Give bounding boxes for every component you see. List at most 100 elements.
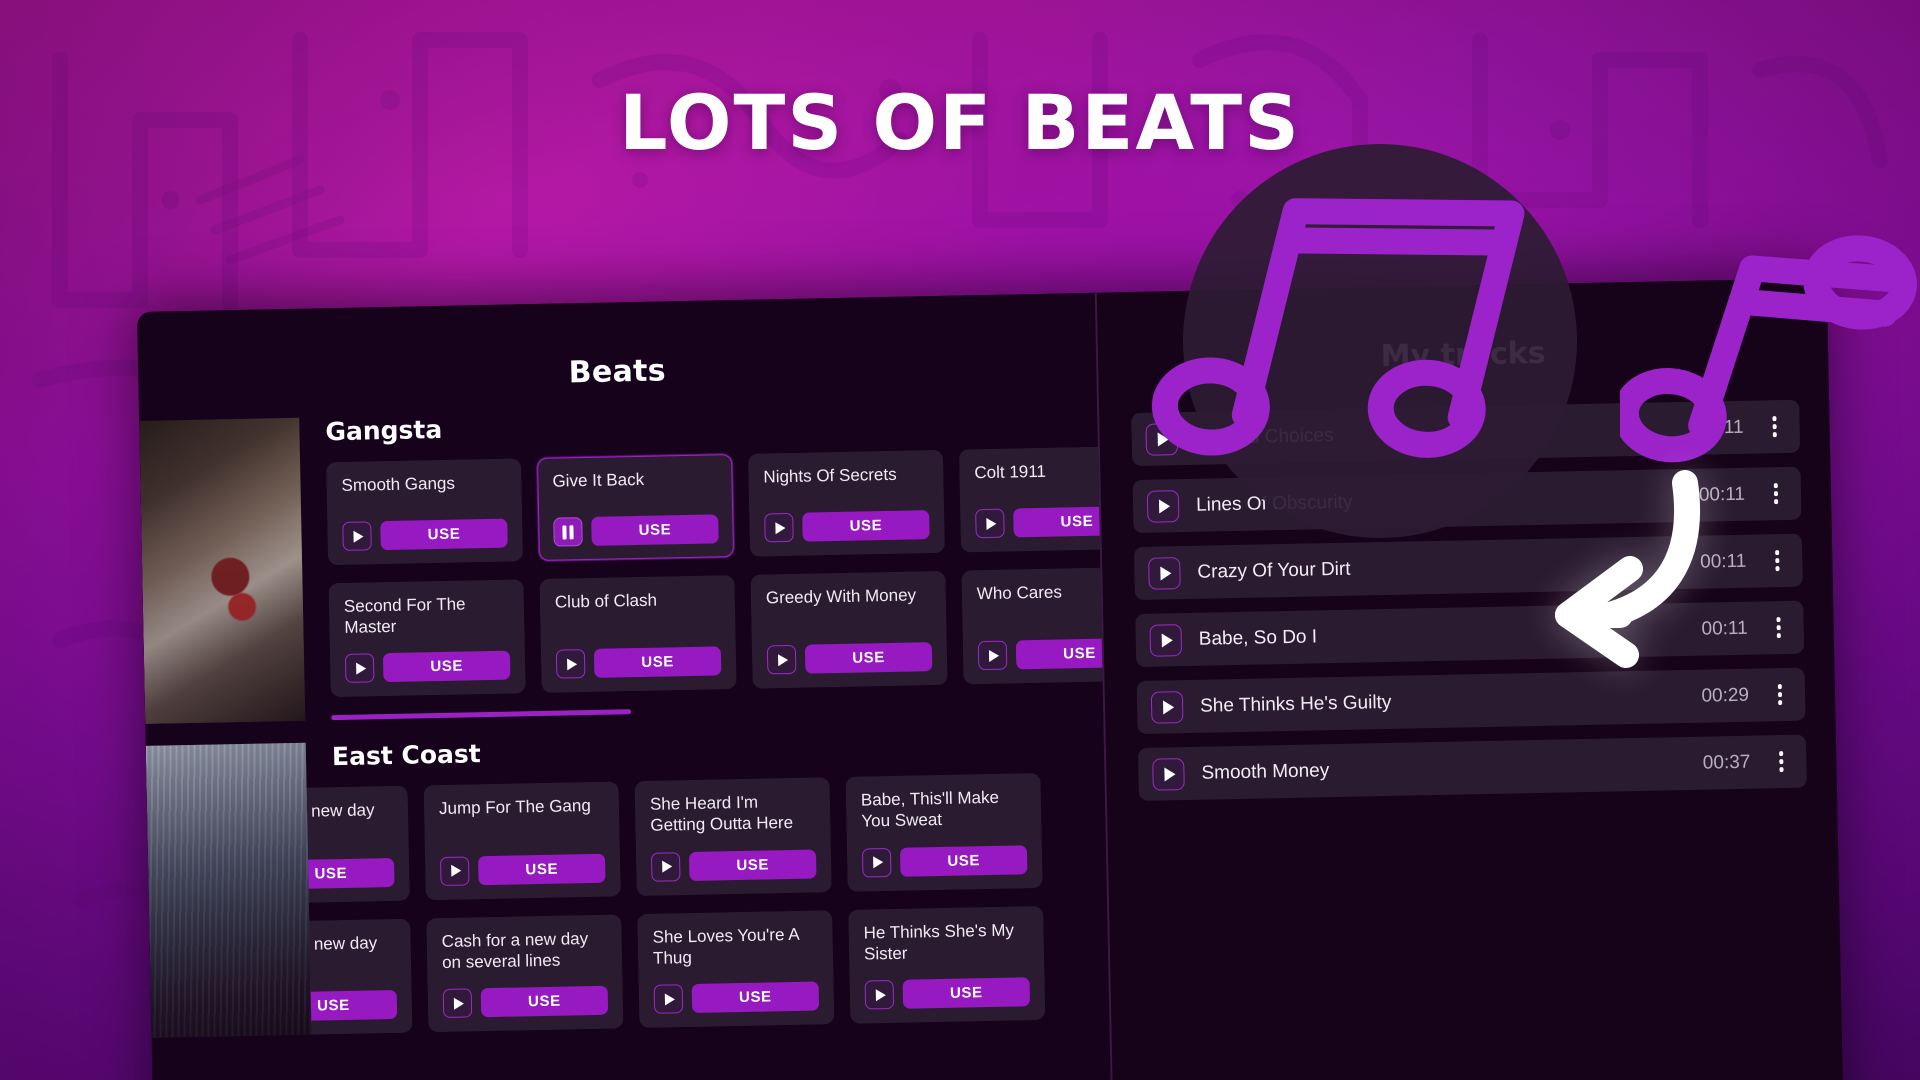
use-button[interactable]: USE <box>380 519 508 551</box>
beat-title: Smooth Gangs <box>341 473 506 497</box>
beat-actions: USE <box>342 519 508 551</box>
track-list: Wanted Choices00:11Lines Of Obscurity00:… <box>1099 399 1837 802</box>
beats-panel-title: Beats <box>137 293 1097 399</box>
kebab-menu-icon[interactable] <box>1768 550 1786 571</box>
play-icon[interactable] <box>654 985 684 1015</box>
track-duration: 00:37 <box>1703 751 1751 774</box>
beat-title: Babe, This'll Make You Sweat <box>861 788 1027 833</box>
kebab-menu-icon[interactable] <box>1767 483 1785 504</box>
beat-card[interactable]: Club of ClashUSE <box>539 575 736 693</box>
kebab-menu-icon[interactable] <box>1765 416 1783 437</box>
track-title: She Thinks He's Guilty <box>1200 685 1702 717</box>
genre-section: East CoastCash for a new day onUSEJump F… <box>146 727 1110 1038</box>
play-icon[interactable] <box>1151 691 1184 724</box>
beat-actions: USE <box>345 651 511 683</box>
use-button[interactable]: USE <box>1013 506 1115 538</box>
play-icon[interactable] <box>651 852 681 882</box>
pause-icon[interactable] <box>553 517 583 547</box>
beat-actions: USE <box>556 647 722 679</box>
beat-card[interactable]: Greedy With MoneyUSE <box>750 571 947 689</box>
kebab-menu-icon[interactable] <box>1769 617 1787 638</box>
play-icon[interactable] <box>862 848 892 878</box>
track-title: Lines Of Obscurity <box>1196 484 1699 516</box>
beat-actions: USE <box>553 514 719 546</box>
beat-card[interactable]: She Loves You're A ThugUSE <box>637 910 834 1028</box>
use-button[interactable]: USE <box>1016 638 1115 670</box>
page-title: LOTS OF BEATS <box>0 78 1920 167</box>
use-button[interactable]: USE <box>900 845 1028 877</box>
track-row[interactable]: Lines Of Obscurity00:11 <box>1133 467 1802 533</box>
beat-card[interactable]: Babe, This'll Make You Sweat USE <box>845 773 1042 891</box>
play-icon[interactable] <box>1149 624 1182 657</box>
beat-row: Cash for a new day onUSECash for a new d… <box>215 905 1109 1037</box>
play-icon[interactable] <box>767 645 797 675</box>
play-icon[interactable] <box>1145 423 1178 456</box>
play-icon[interactable] <box>440 856 470 886</box>
beat-title: Colt 1911 <box>974 460 1115 484</box>
genre-cover-image <box>146 743 312 1038</box>
beat-card[interactable]: She Heard I'm Getting Outta Here USE <box>635 778 832 896</box>
horizontal-scrollbar[interactable] <box>331 710 631 721</box>
track-duration: 00:11 <box>1699 483 1746 506</box>
beat-card[interactable]: Jump For The GangUSE <box>424 782 621 900</box>
play-icon[interactable] <box>1147 490 1180 523</box>
track-duration: 00:11 <box>1701 617 1748 640</box>
screenshot-root: LOTS OF BEATS Beats Gangsta Smooth Gangs U… <box>0 0 1920 1080</box>
track-row[interactable]: Crazy Of Your Dirt00:11 <box>1134 534 1803 600</box>
beat-actions: USE <box>865 978 1031 1010</box>
genre-body: East CoastCash for a new day onUSEJump F… <box>306 727 1110 1035</box>
play-icon[interactable] <box>443 989 473 1019</box>
beat-card[interactable]: Give It BackUSE <box>537 454 734 561</box>
track-title: Crazy Of Your Dirt <box>1197 551 1700 583</box>
beat-actions: USE <box>767 643 933 675</box>
play-icon[interactable] <box>556 650 586 680</box>
play-icon[interactable] <box>975 509 1005 539</box>
beat-row: Smooth GangsUSEGive It BackUSENights Of … <box>326 447 1100 565</box>
use-button[interactable]: USE <box>383 651 511 683</box>
beat-row: Cash for a new day onUSEJump For The Gan… <box>213 772 1107 904</box>
my-tracks-panel-title: My tracks <box>1097 278 1829 380</box>
beat-actions: USE <box>440 854 606 886</box>
beat-title: She Heard I'm Getting Outta Here <box>650 792 816 837</box>
beat-card[interactable]: Colt 1911 USE <box>959 446 1115 553</box>
track-duration: 00:29 <box>1701 684 1749 707</box>
genre-body: GangstaSmooth GangsUSEGive It BackUSENig… <box>299 402 1103 721</box>
use-button[interactable]: USE <box>903 978 1031 1010</box>
use-button[interactable]: USE <box>689 849 817 881</box>
beat-card[interactable]: Second For The Master USE <box>328 579 525 697</box>
beat-actions: USE <box>651 849 817 881</box>
play-icon[interactable] <box>1148 557 1181 590</box>
play-icon[interactable] <box>764 513 794 543</box>
track-row[interactable]: Wanted Choices00:11 <box>1131 400 1800 466</box>
beat-card[interactable]: He Thinks She's My SisterUSE <box>848 906 1045 1024</box>
beat-title: Who Cares <box>977 581 1115 605</box>
track-row[interactable]: Babe, So Do I00:11 <box>1135 601 1804 667</box>
beat-card[interactable]: Cash for a new day on several linesUSE <box>426 914 623 1032</box>
genre-title: East Coast <box>332 727 1104 771</box>
use-button[interactable]: USE <box>591 514 719 546</box>
beat-actions: USE <box>654 982 820 1014</box>
track-row[interactable]: Smooth Money00:37 <box>1138 735 1807 801</box>
beat-title: Second For The Master <box>344 594 510 639</box>
use-button[interactable]: USE <box>692 982 820 1014</box>
track-row[interactable]: She Thinks He's Guilty00:29 <box>1137 668 1806 734</box>
use-button[interactable]: USE <box>802 510 930 542</box>
use-button[interactable]: USE <box>594 647 722 679</box>
kebab-menu-icon[interactable] <box>1771 684 1789 705</box>
play-icon[interactable] <box>1152 758 1185 791</box>
genre-title: Gangsta <box>325 402 1097 446</box>
beat-card[interactable]: Smooth Gangs USE <box>326 458 523 565</box>
play-icon[interactable] <box>345 654 375 684</box>
use-button[interactable]: USE <box>478 854 606 886</box>
kebab-menu-icon[interactable] <box>1772 751 1790 772</box>
beats-panel: Beats GangstaSmooth GangsUSEGive It Back… <box>137 293 1115 1080</box>
play-icon[interactable] <box>865 980 895 1010</box>
use-button[interactable]: USE <box>481 986 609 1018</box>
beat-card[interactable]: Who Cares USE <box>961 567 1115 685</box>
play-icon[interactable] <box>342 521 372 551</box>
use-button[interactable]: USE <box>805 643 933 675</box>
beat-card[interactable]: Nights Of SecretsUSE <box>748 450 945 557</box>
genre-section: GangstaSmooth GangsUSEGive It BackUSENig… <box>139 402 1103 725</box>
beat-actions: USE <box>975 506 1115 538</box>
play-icon[interactable] <box>978 641 1008 671</box>
